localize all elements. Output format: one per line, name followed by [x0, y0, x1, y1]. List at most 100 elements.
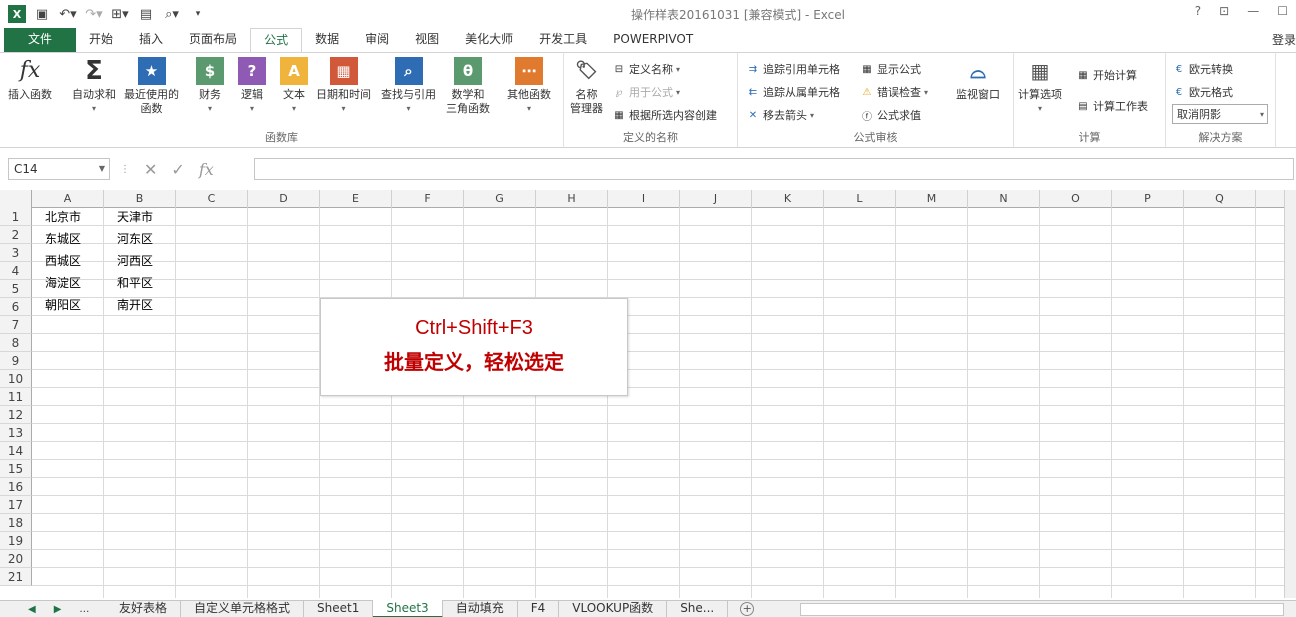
tab-review[interactable]: 审阅: [352, 28, 402, 52]
next-sheet-icon[interactable]: ▶: [54, 604, 62, 615]
prev-sheet-icon[interactable]: ◀: [28, 604, 36, 615]
autosum-button[interactable]: Σ 自动求和 ▾: [72, 57, 116, 116]
sheet-tab[interactable]: 自定义单元格格式: [181, 600, 305, 617]
tab-insert[interactable]: 插入: [126, 28, 176, 52]
trace-dependents-button[interactable]: ⇇ 追踪从属单元格: [746, 84, 840, 100]
tab-file[interactable]: 文件: [4, 28, 77, 52]
row-header-20[interactable]: 20: [0, 550, 32, 568]
row-header-10[interactable]: 10: [0, 370, 32, 388]
row-header-3[interactable]: 3: [0, 244, 32, 262]
cell-B2[interactable]: 河东区: [104, 228, 176, 250]
row-header-13[interactable]: 13: [0, 424, 32, 442]
sheet-tab[interactable]: F4: [518, 600, 560, 617]
cell-A3[interactable]: 西城区: [32, 250, 104, 272]
row-header-6[interactable]: 6: [0, 298, 32, 316]
tab-formulas[interactable]: 公式: [250, 28, 303, 53]
row-header-14[interactable]: 14: [0, 442, 32, 460]
column-header-G[interactable]: G: [464, 190, 536, 208]
column-header-F[interactable]: F: [392, 190, 464, 208]
financial-button[interactable]: $ 财务 ▾: [196, 57, 224, 116]
name-manager-button[interactable]: 🏷 名称 管理器: [570, 57, 603, 116]
chevron-down-icon[interactable]: ▼: [99, 159, 105, 179]
cell-B4[interactable]: 和平区: [104, 272, 176, 294]
ribbon-display-icon[interactable]: ⊡: [1219, 4, 1229, 18]
column-header-H[interactable]: H: [536, 190, 608, 208]
sheet-tab[interactable]: 自动填充: [443, 600, 518, 617]
formula-input[interactable]: [254, 158, 1294, 180]
minimize-icon[interactable]: —: [1247, 4, 1259, 18]
tab-beautify[interactable]: 美化大师: [452, 28, 526, 52]
row-header-18[interactable]: 18: [0, 514, 32, 532]
column-header-C[interactable]: C: [176, 190, 248, 208]
row-header-21[interactable]: 21: [0, 568, 32, 586]
euro-format-button[interactable]: € 欧元格式: [1172, 84, 1233, 100]
column-header-O[interactable]: O: [1040, 190, 1112, 208]
maximize-icon[interactable]: ☐: [1277, 4, 1288, 18]
name-box[interactable]: C14 ▼: [8, 158, 110, 180]
sheet-tab[interactable]: VLOOKUP函数: [559, 600, 668, 617]
column-header-I[interactable]: I: [608, 190, 680, 208]
login-link[interactable]: 登录: [1272, 31, 1296, 48]
tab-home[interactable]: 开始: [76, 28, 126, 52]
row-header-9[interactable]: 9: [0, 352, 32, 370]
row-header-11[interactable]: 11: [0, 388, 32, 406]
use-in-formula-button[interactable]: ℘ 用于公式 ▾: [612, 84, 681, 100]
column-header-M[interactable]: M: [896, 190, 968, 208]
horizontal-scrollbar[interactable]: [800, 603, 1284, 616]
calculate-now-button[interactable]: ▦ 开始计算: [1076, 67, 1137, 83]
cell-A5[interactable]: 朝阳区: [32, 294, 104, 316]
error-checking-button[interactable]: ⚠ 错误检查 ▾: [860, 84, 929, 100]
column-header-K[interactable]: K: [752, 190, 824, 208]
insert-function-button[interactable]: fx 插入函数: [8, 57, 52, 102]
tab-page-layout[interactable]: 页面布局: [176, 28, 250, 52]
calculate-sheet-button[interactable]: ▤ 计算工作表: [1076, 98, 1148, 114]
column-header-N[interactable]: N: [968, 190, 1040, 208]
row-header-17[interactable]: 17: [0, 496, 32, 514]
row-header-15[interactable]: 15: [0, 460, 32, 478]
math-trig-button[interactable]: θ 数学和 三角函数: [446, 57, 490, 116]
sheet-tab[interactable]: She...: [667, 600, 729, 617]
column-header-J[interactable]: J: [680, 190, 752, 208]
more-functions-button[interactable]: ⋯ 其他函数 ▾: [507, 57, 551, 116]
calculation-options-button[interactable]: ▦ 计算选项 ▾: [1018, 57, 1062, 116]
row-header-7[interactable]: 7: [0, 316, 32, 334]
remove-arrows-button[interactable]: ✕ 移去箭头 ▾: [746, 107, 814, 123]
show-formulas-button[interactable]: ▦ 显示公式: [860, 61, 921, 77]
cell-B3[interactable]: 河西区: [104, 250, 176, 272]
cell-A2[interactable]: 东城区: [32, 228, 104, 250]
tab-powerpivot[interactable]: POWERPIVOT: [600, 28, 706, 52]
column-header-Q[interactable]: Q: [1184, 190, 1256, 208]
tab-view[interactable]: 视图: [402, 28, 452, 52]
vertical-scrollbar[interactable]: [1284, 190, 1296, 598]
column-header-P[interactable]: P: [1112, 190, 1184, 208]
row-header-8[interactable]: 8: [0, 334, 32, 352]
row-header-2[interactable]: 2: [0, 226, 32, 244]
cell-A1[interactable]: 北京市: [32, 206, 104, 228]
cell-A4[interactable]: 海淀区: [32, 272, 104, 294]
trace-precedents-button[interactable]: ⇉ 追踪引用单元格: [746, 61, 840, 77]
cell-B5[interactable]: 南开区: [104, 294, 176, 316]
column-header-D[interactable]: D: [248, 190, 320, 208]
row-header-19[interactable]: 19: [0, 532, 32, 550]
logical-button[interactable]: ? 逻辑 ▾: [238, 57, 266, 116]
cell-B1[interactable]: 天津市: [104, 206, 176, 228]
evaluate-formula-button[interactable]: ⓕ 公式求值: [860, 107, 921, 123]
insert-function-icon[interactable]: fx: [199, 160, 214, 179]
row-header-12[interactable]: 12: [0, 406, 32, 424]
datetime-button[interactable]: ▦ 日期和时间 ▾: [316, 57, 371, 116]
column-header-L[interactable]: L: [824, 190, 896, 208]
watch-window-button[interactable]: ⌓ 监视窗口: [956, 57, 1000, 102]
help-button[interactable]: ?: [1195, 4, 1201, 18]
cancel-icon[interactable]: ✕: [144, 160, 157, 179]
cancel-shade-dropdown[interactable]: 取消阴影 ▾: [1172, 104, 1268, 124]
row-header-5[interactable]: 5: [0, 280, 32, 298]
more-sheets-icon[interactable]: …: [79, 604, 89, 615]
recent-functions-button[interactable]: ★ 最近使用的 函数: [124, 57, 179, 116]
define-name-button[interactable]: ⊟ 定义名称 ▾: [612, 61, 680, 77]
tab-developer[interactable]: 开发工具: [526, 28, 600, 52]
sheet-tab[interactable]: Sheet3: [373, 600, 443, 617]
create-from-selection-button[interactable]: ▦ 根据所选内容创建: [612, 107, 717, 123]
sheet-tab[interactable]: Sheet1: [304, 600, 374, 617]
text-functions-button[interactable]: A 文本 ▾: [280, 57, 308, 116]
euro-conversion-button[interactable]: € 欧元转换: [1172, 61, 1233, 77]
